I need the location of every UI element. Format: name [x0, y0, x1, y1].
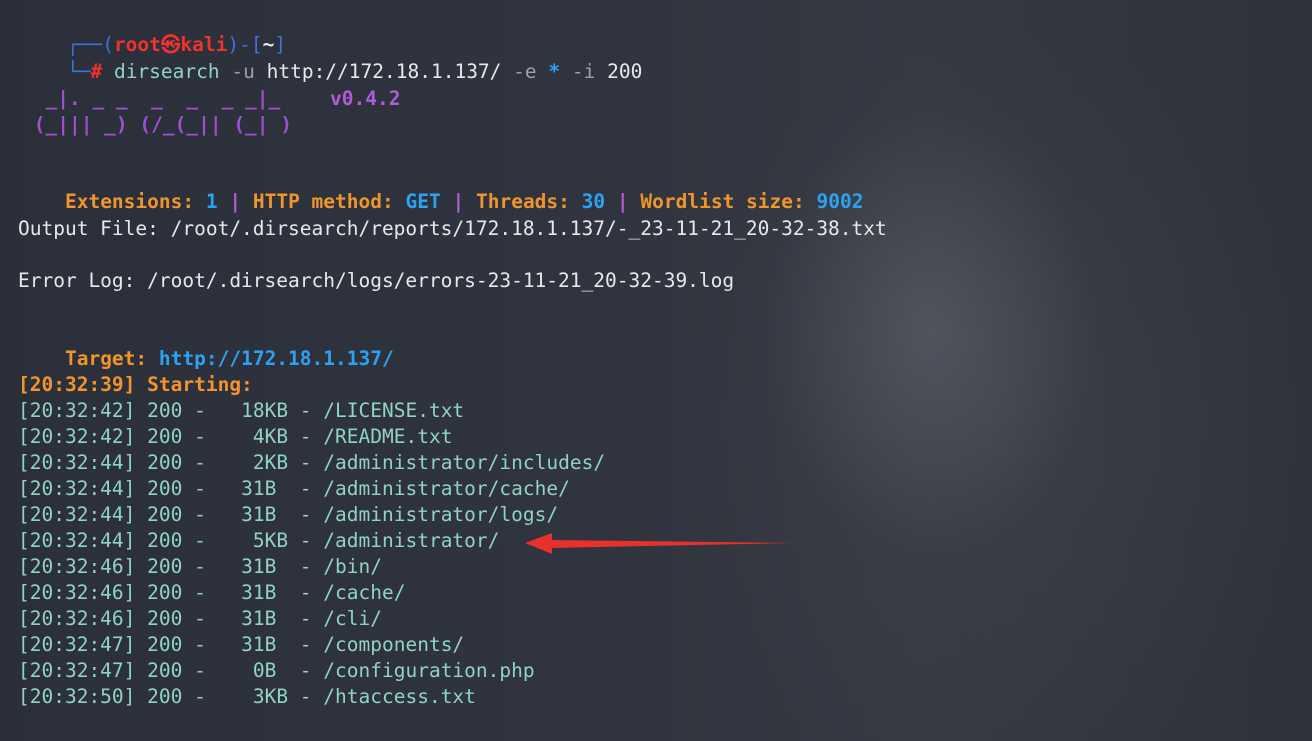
terminal-window[interactable]: ┌──(root㉿kali)-[~] └─# dirsearch -u http… — [0, 0, 1312, 741]
annotation-arrow — [525, 533, 793, 554]
